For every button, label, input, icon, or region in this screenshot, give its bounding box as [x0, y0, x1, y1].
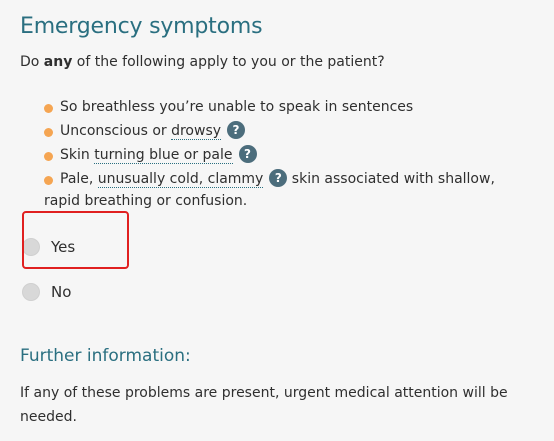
- help-icon[interactable]: ?: [238, 145, 257, 163]
- symptom-text: Pale,: [60, 171, 98, 187]
- question-emphasis: any: [43, 54, 73, 70]
- symptom-list: So breathless you’re unable to speak in …: [44, 96, 540, 214]
- bullet-icon: [44, 128, 53, 137]
- help-icon[interactable]: ?: [269, 169, 288, 187]
- term-unusually-cold[interactable]: unusually cold, clammy: [97, 171, 264, 188]
- no-label: No: [51, 283, 72, 301]
- list-item: So breathless you’re unable to speak in …: [44, 96, 540, 118]
- no-radio[interactable]: [22, 283, 40, 301]
- bullet-icon: [44, 104, 53, 113]
- list-item: Pale, unusually cold, clammy? skin assoc…: [44, 168, 540, 212]
- bullet-icon: [44, 176, 53, 185]
- question-prefix: Do: [20, 54, 44, 70]
- symptom-text: So breathless you’re unable to speak in …: [60, 99, 414, 115]
- yes-highlight-box: [22, 211, 129, 269]
- term-drowsy[interactable]: drowsy: [171, 123, 222, 140]
- section-title: Emergency symptoms: [20, 14, 263, 39]
- symptom-text-continued: skin associated with shallow,: [287, 171, 495, 187]
- question-text: Do any of the following apply to you or …: [20, 52, 385, 72]
- option-no[interactable]: No: [22, 283, 71, 301]
- term-turning-blue[interactable]: turning blue or pale: [94, 147, 233, 164]
- symptom-text: Skin: [60, 147, 95, 163]
- help-icon[interactable]: ?: [227, 121, 246, 139]
- symptom-text: Unconscious or: [60, 123, 172, 139]
- list-item: Skin turning blue or pale?: [44, 144, 540, 166]
- symptom-text-wrap: rapid breathing or confusion.: [44, 193, 248, 209]
- list-item: Unconscious or drowsy?: [44, 120, 540, 142]
- question-suffix: of the following apply to you or the pat…: [72, 54, 385, 70]
- further-info-text: If any of these problems are present, ur…: [20, 385, 508, 425]
- further-info-heading: Further information:: [20, 346, 191, 366]
- bullet-icon: [44, 152, 53, 161]
